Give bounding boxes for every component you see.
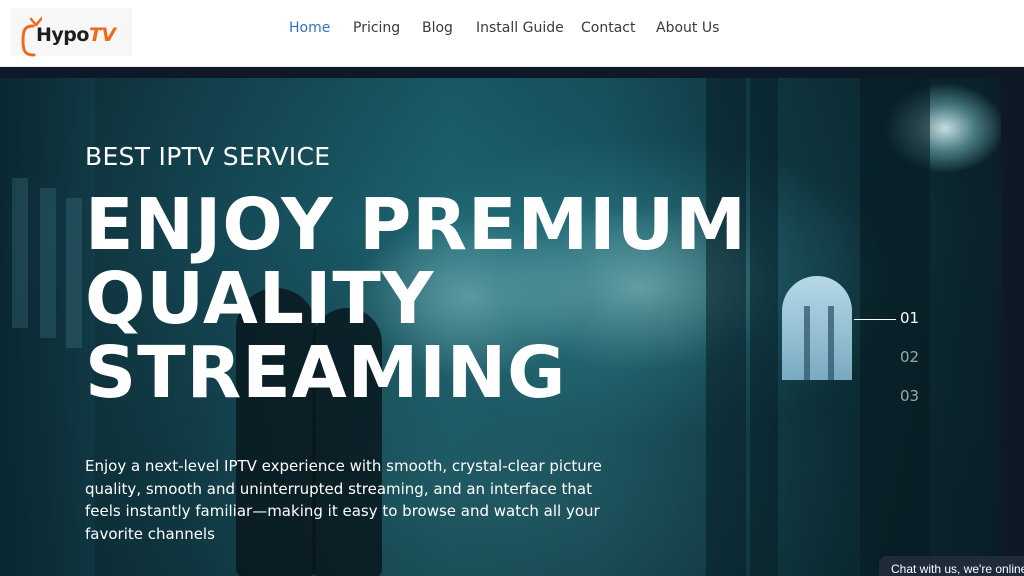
headline-line-2: QUALITY — [85, 257, 435, 340]
headline-line-3: STREAMING — [85, 331, 567, 414]
hero-description: Enjoy a next-level IPTV experience with … — [85, 457, 602, 543]
hero-headline: ENJOY PREMIUM QUALITY STREAMING — [85, 188, 805, 410]
hero-eyebrow: BEST IPTV SERVICE — [85, 142, 331, 171]
hero-section: BEST IPTV SERVICE ENJOY PREMIUM QUALITY … — [0, 78, 1001, 576]
slide-02[interactable]: 02 — [900, 348, 919, 366]
bg-window — [40, 188, 56, 338]
site-header: HypoTV Home Pricing Blog Install Guide C… — [0, 0, 1024, 67]
nav-item-contact[interactable]: Contact — [581, 20, 635, 36]
slide-03[interactable]: 03 — [900, 387, 919, 405]
nav-item-home[interactable]: Home — [289, 20, 330, 36]
bg-window — [66, 198, 82, 348]
nav-item-install-guide[interactable]: Install Guide — [476, 20, 564, 36]
active-slide-indicator — [854, 319, 896, 320]
nav-item-about-us[interactable]: About Us — [656, 20, 719, 36]
slide-pagination: 01 02 03 — [852, 309, 932, 409]
main-nav: Home Pricing Blog Install Guide Contact … — [0, 20, 1024, 42]
nav-item-blog[interactable]: Blog — [422, 20, 453, 36]
nav-item-pricing[interactable]: Pricing — [353, 20, 400, 36]
headline-line-1: ENJOY PREMIUM — [85, 183, 747, 266]
live-chat-button[interactable]: Chat with us, we're online — [879, 556, 1024, 576]
slide-01[interactable]: 01 — [900, 309, 919, 327]
bg-window — [12, 178, 28, 328]
